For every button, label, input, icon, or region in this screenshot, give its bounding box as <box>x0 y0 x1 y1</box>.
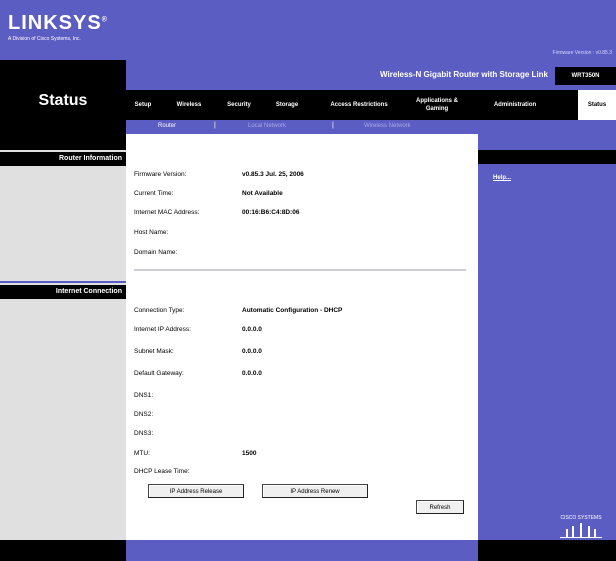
help-link[interactable]: Help... <box>493 175 511 181</box>
router-status-page: LINKSYS® A Division of Cisco Systems, In… <box>0 0 616 561</box>
tab-setup[interactable]: Setup <box>128 90 158 120</box>
domain-name-label: Domain Name: <box>134 249 178 256</box>
section-router-information: Router Information <box>0 152 126 166</box>
subtab-router[interactable]: Router <box>158 123 176 129</box>
dns2-label: DNS2: <box>134 411 154 418</box>
ip-address-renew-button[interactable]: IP Address Renew <box>262 484 368 498</box>
subnet-mask-value: 0.0.0.0 <box>242 348 262 355</box>
cisco-logo: CISCO SYSTEMS <box>552 515 610 541</box>
subnet-mask-label: Subnet Mask: <box>134 348 174 355</box>
refresh-button[interactable]: Refresh <box>416 500 464 514</box>
page-title: Status <box>38 92 88 109</box>
section-divider <box>0 281 126 283</box>
logo-subtitle: A Division of Cisco Systems, Inc. <box>8 36 81 42</box>
footer-right <box>478 540 616 561</box>
ip-address-release-button[interactable]: IP Address Release <box>148 484 244 498</box>
connection-type-value: Automatic Configuration - DHCP <box>242 307 343 314</box>
dns1-label: DNS1: <box>134 392 154 399</box>
mac-address-label: Internet MAC Address: <box>134 209 200 216</box>
subtab-separator: | <box>214 122 216 129</box>
tab-wireless[interactable]: Wireless <box>172 90 206 120</box>
mtu-value: 1500 <box>242 450 257 457</box>
default-gateway-label: Default Gateway: <box>134 370 184 377</box>
firmware-version-header: Firmware Version : v0.85.3 <box>552 50 612 56</box>
model-number: WRT350N <box>555 67 616 85</box>
mac-address-value: 00:16:B6:C4:8D:06 <box>242 209 300 216</box>
dhcp-lease-time-label: DHCP Lease Time: <box>134 468 190 475</box>
connection-type-label: Connection Type: <box>134 307 185 314</box>
subtab-wireless-network[interactable]: Wireless Network <box>364 123 411 129</box>
tab-administration[interactable]: Administration <box>486 90 544 120</box>
internet-ip-value: 0.0.0.0 <box>242 326 262 333</box>
help-top-spacer <box>478 134 616 150</box>
content-divider <box>134 269 466 271</box>
firmware-version-value: v0.85.3 Jul. 25, 2006 <box>242 171 304 178</box>
dns3-label: DNS3: <box>134 430 154 437</box>
footer-left <box>0 540 126 561</box>
section-internet-connection: Internet Connection <box>0 285 126 299</box>
subtab-separator: | <box>332 122 334 129</box>
tab-security[interactable]: Security <box>222 90 256 120</box>
help-panel <box>478 150 616 540</box>
linksys-logo: LINKSYS® <box>8 12 108 34</box>
section-sidebar <box>0 150 126 540</box>
cisco-bridge-icon <box>560 523 602 538</box>
tab-status[interactable]: Status <box>578 90 616 120</box>
subtab-local-network[interactable]: Local Network <box>248 123 286 129</box>
content-top-spacer <box>126 134 478 150</box>
firmware-version-label: Firmware Version: <box>134 171 187 178</box>
tab-access-restrictions[interactable]: Access Restrictions <box>330 90 388 120</box>
default-gateway-value: 0.0.0.0 <box>242 370 262 377</box>
tab-storage[interactable]: Storage <box>270 90 304 120</box>
tab-applications-gaming[interactable]: Applications & Gaming <box>406 90 468 120</box>
help-panel-header <box>478 150 616 164</box>
current-time-label: Current Time: <box>134 190 174 197</box>
internet-ip-label: Internet IP Address: <box>134 326 191 333</box>
mtu-label: MTU: <box>134 450 150 457</box>
current-time-value: Not Available <box>242 190 283 197</box>
product-name: Wireless-N Gigabit Router with Storage L… <box>380 70 548 79</box>
host-name-label: Host Name: <box>134 229 169 236</box>
